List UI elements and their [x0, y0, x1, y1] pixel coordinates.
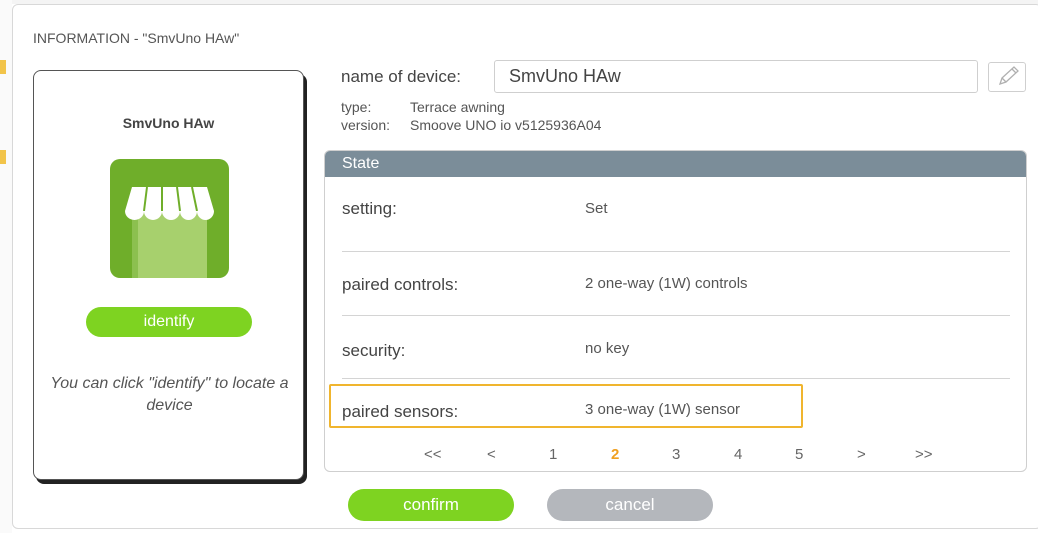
- pager-page-1[interactable]: 1: [549, 446, 557, 463]
- state-value: Set: [585, 200, 608, 217]
- pager-prev[interactable]: <: [487, 446, 496, 463]
- dialog-title: INFORMATION - "SmvUno HAw": [33, 30, 240, 46]
- background-marker: [0, 60, 6, 74]
- pagination: << < 1 2 3 4 5 > >>: [325, 446, 1026, 466]
- terrace-awning-icon: [110, 159, 229, 278]
- pager-first[interactable]: <<: [424, 446, 442, 463]
- pager-page-2[interactable]: 2: [611, 446, 619, 463]
- row-divider: [342, 251, 1010, 252]
- type-value: Terrace awning: [410, 99, 505, 115]
- state-key: paired sensors:: [342, 402, 459, 421]
- pager-last[interactable]: >>: [915, 446, 933, 463]
- pager-page-5[interactable]: 5: [795, 446, 803, 463]
- identify-button[interactable]: identify: [86, 307, 252, 337]
- device-version: version: Smoove UNO io v5125936A04: [341, 117, 601, 133]
- state-key: setting:: [342, 199, 397, 218]
- device-name: SmvUno HAw: [122, 115, 215, 131]
- type-label: type:: [341, 99, 372, 115]
- state-key: paired controls:: [342, 275, 459, 294]
- confirm-button[interactable]: confirm: [348, 489, 514, 521]
- device-card: SmvUno HAw identify You can click "ident…: [33, 70, 304, 480]
- state-value: no key: [585, 340, 630, 357]
- row-divider: [342, 315, 1010, 316]
- state-row-setting: setting: Set: [342, 199, 1010, 263]
- pager-page-4[interactable]: 4: [734, 446, 742, 463]
- identify-hint: You can click "identify" to locate a dev…: [50, 375, 289, 414]
- background-marker: [0, 150, 6, 164]
- background-strip: [0, 0, 12, 533]
- version-value: Smoove UNO io v5125936A04: [410, 117, 602, 133]
- device-name-label: name of device:: [341, 67, 462, 86]
- cancel-button[interactable]: cancel: [547, 489, 713, 521]
- device-name-input[interactable]: [494, 60, 978, 93]
- state-value: 3 one-way (1W) sensor: [585, 401, 741, 418]
- state-panel: State setting: Set paired controls: 2 on…: [324, 150, 1027, 472]
- row-divider: [342, 378, 1010, 379]
- state-key: security:: [342, 341, 406, 360]
- pencil-icon: [998, 66, 1019, 86]
- state-header: State: [325, 151, 1026, 177]
- pager-next[interactable]: >: [857, 446, 866, 463]
- state-row-paired-controls: paired controls: 2 one-way (1W) controls: [342, 275, 1010, 339]
- edit-name-button[interactable]: [988, 62, 1026, 92]
- version-label: version:: [341, 117, 391, 133]
- pager-page-3[interactable]: 3: [672, 446, 680, 463]
- device-type: type: Terrace awning: [341, 99, 505, 115]
- state-value: 2 one-way (1W) controls: [585, 275, 748, 292]
